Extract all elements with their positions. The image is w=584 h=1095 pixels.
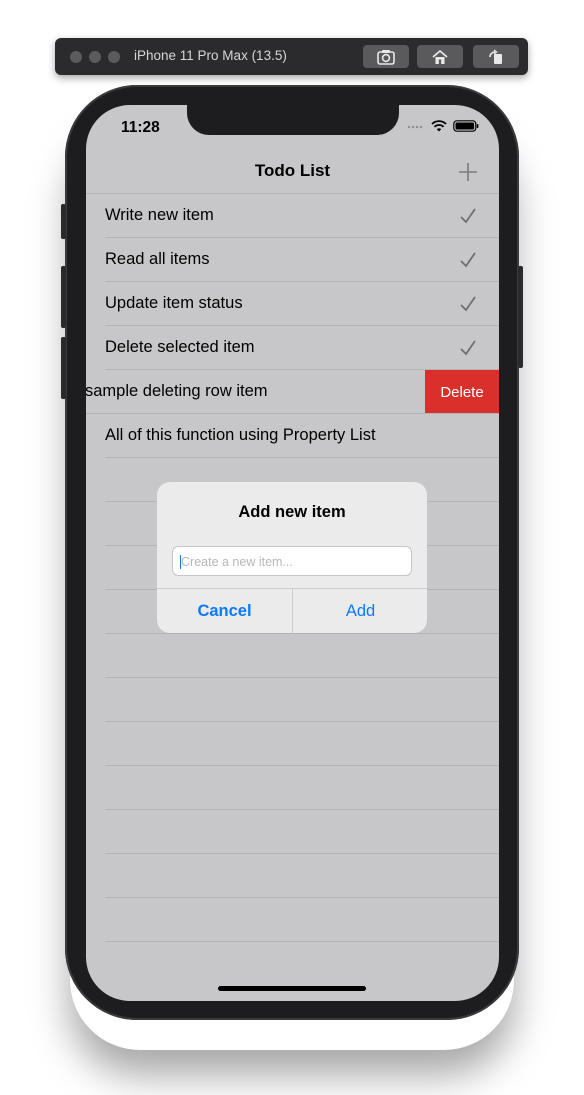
empty-row-divider (105, 677, 499, 678)
empty-row-divider (105, 897, 499, 898)
camera-icon (377, 49, 395, 65)
home-icon (432, 49, 448, 64)
todo-row[interactable]: Delete selected item (86, 326, 499, 370)
empty-row-divider (105, 809, 499, 810)
add-button[interactable]: Add (293, 589, 427, 633)
todo-label: Write new item (105, 206, 214, 224)
home-indicator[interactable] (218, 986, 366, 991)
delete-button[interactable]: Delete (425, 370, 499, 414)
new-item-input[interactable]: Create a new item... (172, 546, 412, 576)
simulator-title: iPhone 11 Pro Max (13.5) (134, 48, 287, 63)
todo-row[interactable]: Write new item (86, 194, 499, 238)
add-item-alert: Add new item Create a new item... Cancel… (157, 482, 427, 633)
todo-label: Delete selected item (105, 338, 255, 356)
empty-row-divider (105, 941, 499, 942)
wifi-icon (431, 120, 447, 132)
add-item-icon[interactable] (457, 161, 479, 183)
cancel-button[interactable]: Cancel (157, 589, 292, 633)
status-time: 11:28 (121, 119, 160, 136)
volume-up-button (61, 266, 66, 328)
todo-row[interactable]: Update item status (86, 282, 499, 326)
checkmark-icon (460, 208, 476, 224)
volume-down-button (61, 337, 66, 399)
todo-row-swiped[interactable]: sample deleting row item Delete (86, 370, 499, 414)
checkmark-icon (460, 296, 476, 312)
todo-label: Read all items (105, 250, 210, 268)
empty-row-divider (105, 765, 499, 766)
todo-row[interactable]: All of this function using Property List (86, 414, 499, 458)
screenshot-button[interactable] (363, 45, 409, 68)
status-icons (407, 120, 479, 132)
empty-row-divider (105, 721, 499, 722)
app-screen: 11:28 Todo List Write new item Read all … (86, 105, 499, 1001)
close-window-icon[interactable] (70, 51, 82, 63)
empty-row-divider (105, 633, 499, 634)
empty-row-divider (105, 853, 499, 854)
todo-row[interactable]: Read all items (86, 238, 499, 282)
checkmark-icon (460, 252, 476, 268)
todo-label: Update item status (105, 294, 243, 312)
power-button (518, 266, 523, 368)
simulator-toolbar: iPhone 11 Pro Max (13.5) (55, 38, 528, 75)
input-placeholder: Create a new item... (181, 555, 293, 569)
signal-icon (407, 125, 423, 129)
home-button[interactable] (417, 45, 463, 68)
checkmark-icon (460, 340, 476, 356)
ringer-switch (61, 204, 66, 239)
todo-label: sample deleting row item (86, 382, 268, 400)
row-divider (105, 457, 499, 458)
battery-icon (453, 120, 479, 132)
minimize-window-icon[interactable] (89, 51, 101, 63)
rotate-icon (489, 48, 502, 64)
rotate-button[interactable] (473, 45, 519, 68)
nav-title: Todo List (254, 161, 331, 180)
alert-title: Add new item (238, 503, 346, 521)
todo-label: All of this function using Property List (105, 426, 376, 444)
zoom-window-icon[interactable] (108, 51, 120, 63)
notch (187, 105, 399, 135)
